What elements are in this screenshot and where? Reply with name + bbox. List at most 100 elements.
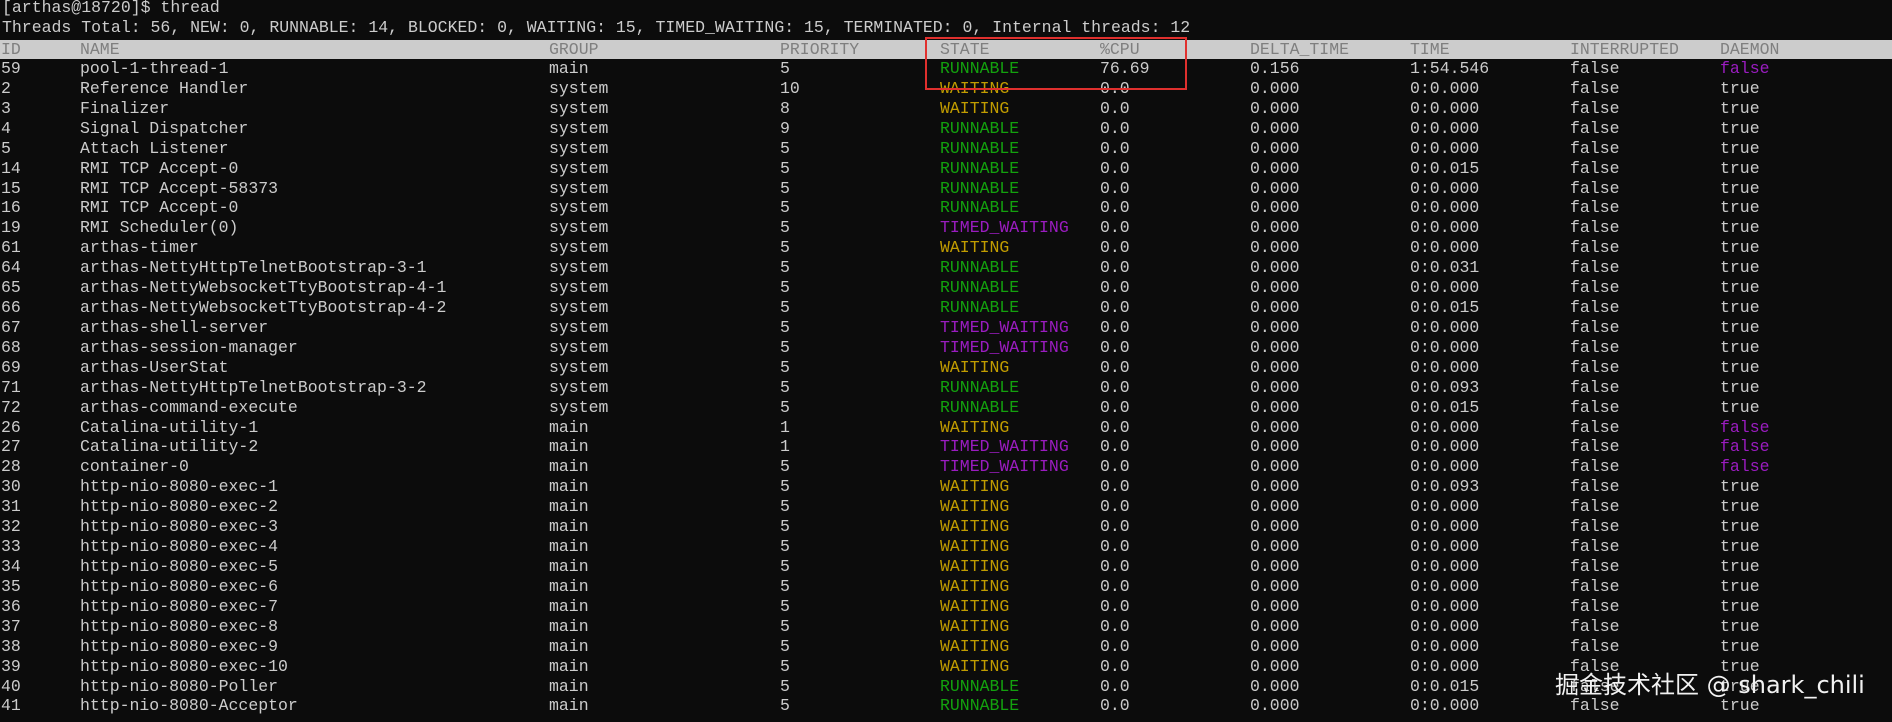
cell-priority: 5 (780, 258, 790, 278)
cell-delta-time: 0.000 (1250, 258, 1300, 278)
cell-state: TIMED_WAITING (940, 317, 1069, 337)
cell-group: main (549, 696, 589, 716)
cell-delta-time: 0.000 (1250, 337, 1300, 357)
cell-interrupted: false (1570, 218, 1620, 238)
table-row: 3 Finalizer system 8 WAITING 0.0 0.000 0:0.000 f… (0, 99, 1892, 119)
cell-interrupted: false (1570, 417, 1620, 437)
cell-daemon: false (1720, 437, 1770, 457)
table-row: 68 arthas-session-manager system 5 TIMED_WAI… (0, 338, 1892, 358)
cell-id: 2 (1, 78, 11, 98)
cell-priority: 5 (780, 557, 790, 576)
cell-delta-time: 0.000 (1250, 576, 1300, 596)
cell-delta-time: 0.000 (1250, 656, 1300, 676)
cell-cpu: 0.0 (1100, 218, 1130, 238)
cell-state: RUNNABLE (940, 258, 1020, 278)
cell-priority: 5 (780, 397, 790, 417)
cell-delta-time: 0.000 (1250, 477, 1300, 497)
cell-group: system (549, 98, 609, 118)
terminal-window[interactable]: [arthas@18720]$ thread Threads Total: 56… (0, 0, 1892, 722)
header-time: TIME (1410, 40, 1450, 59)
cell-state: WAITING (940, 98, 1010, 118)
cell-time: 0:0.000 (1410, 417, 1480, 437)
cell-interrupted: false (1570, 158, 1620, 178)
table-row: 15 RMI TCP Accept-58373 system 5 RUNNABLE 0.0… (0, 179, 1892, 199)
cell-time: 0:0.000 (1410, 118, 1480, 138)
cell-priority: 1 (780, 417, 790, 437)
cell-state: WAITING (940, 636, 1010, 656)
cell-group: system (549, 158, 609, 178)
cell-priority: 5 (780, 238, 790, 258)
cell-priority: 5 (780, 337, 790, 357)
cell-delta-time: 0.000 (1250, 357, 1300, 377)
cell-cpu: 0.0 (1100, 238, 1130, 258)
header-id: ID (1, 40, 21, 59)
cell-id: 27 (1, 437, 21, 457)
cell-group: system (549, 78, 609, 98)
cell-id: 33 (1, 537, 21, 557)
cell-priority: 5 (780, 298, 790, 318)
cell-daemon: true (1720, 218, 1760, 238)
cell-cpu: 0.0 (1100, 457, 1130, 477)
cell-name: Finalizer (80, 98, 170, 118)
cell-name: http-nio-8080-exec-1 (80, 477, 279, 497)
cell-priority: 5 (780, 59, 790, 78)
command-prompt-line: [arthas@18720]$ thread (2, 0, 220, 17)
table-row: 27 Catalina-utility-2 main 1 TIMED_WAITING 0.… (0, 437, 1892, 457)
cell-state: RUNNABLE (940, 118, 1020, 138)
cell-delta-time: 0.000 (1250, 218, 1300, 238)
cell-state: WAITING (940, 477, 1010, 497)
cell-interrupted: false (1570, 118, 1620, 138)
cell-time: 0:0.015 (1410, 298, 1480, 318)
cell-cpu: 0.0 (1100, 417, 1130, 437)
cell-group: main (549, 497, 589, 517)
table-row: 35 http-nio-8080-exec-6 main 5 WAITING 0.0 0.0… (0, 577, 1892, 597)
cell-id: 59 (1, 59, 21, 78)
cell-state: WAITING (940, 616, 1010, 636)
cell-name: Signal Dispatcher (80, 118, 249, 138)
cell-group: main (549, 576, 589, 596)
cell-daemon: true (1720, 298, 1760, 318)
cell-daemon: true (1720, 576, 1760, 596)
cell-priority: 5 (780, 596, 790, 616)
cell-priority: 5 (780, 377, 790, 397)
cell-interrupted: false (1570, 78, 1620, 98)
cell-id: 69 (1, 357, 21, 377)
cell-cpu: 0.0 (1100, 557, 1130, 576)
cell-cpu: 0.0 (1100, 596, 1130, 616)
cell-interrupted: false (1570, 278, 1620, 298)
cell-id: 3 (1, 98, 11, 118)
table-row: 38 http-nio-8080-exec-9 main 5 WAITING 0.0 0.0… (0, 637, 1892, 657)
cell-state: TIMED_WAITING (940, 337, 1069, 357)
cell-name: arthas-session-manager (80, 337, 298, 357)
cell-group: main (549, 517, 589, 537)
cell-interrupted: false (1570, 537, 1620, 557)
cell-time: 0:0.000 (1410, 616, 1480, 636)
cell-priority: 5 (780, 198, 790, 218)
cell-delta-time: 0.000 (1250, 676, 1300, 696)
cell-name: http-nio-8080-exec-3 (80, 517, 279, 537)
cell-name: arthas-NettyHttpTelnetBootstrap-3-1 (80, 258, 427, 278)
cell-time: 0:0.015 (1410, 158, 1480, 178)
cell-group: system (549, 138, 609, 158)
cell-id: 30 (1, 477, 21, 497)
cell-daemon: true (1720, 118, 1760, 138)
cell-delta-time: 0.000 (1250, 497, 1300, 517)
cell-priority: 5 (780, 357, 790, 377)
cell-id: 28 (1, 457, 21, 477)
cell-id: 71 (1, 377, 21, 397)
cell-interrupted: false (1570, 337, 1620, 357)
cell-name: pool-1-thread-1 (80, 59, 229, 78)
table-row: 71 arthas-NettyHttpTelnetBootstrap-3-2 sys… (0, 378, 1892, 398)
cell-state: RUNNABLE (940, 178, 1020, 198)
cell-priority: 5 (780, 616, 790, 636)
cell-priority: 8 (780, 98, 790, 118)
cell-id: 72 (1, 397, 21, 417)
cell-name: http-nio-8080-exec-10 (80, 656, 288, 676)
cell-group: system (549, 298, 609, 318)
cell-priority: 1 (780, 437, 790, 457)
cell-id: 31 (1, 497, 21, 517)
cell-delta-time: 0.000 (1250, 278, 1300, 298)
table-row: 61 arthas-timer system 5 WAITING 0.0 0.000 0:0.… (0, 238, 1892, 258)
cell-delta-time: 0.000 (1250, 636, 1300, 656)
cell-interrupted: false (1570, 437, 1620, 457)
